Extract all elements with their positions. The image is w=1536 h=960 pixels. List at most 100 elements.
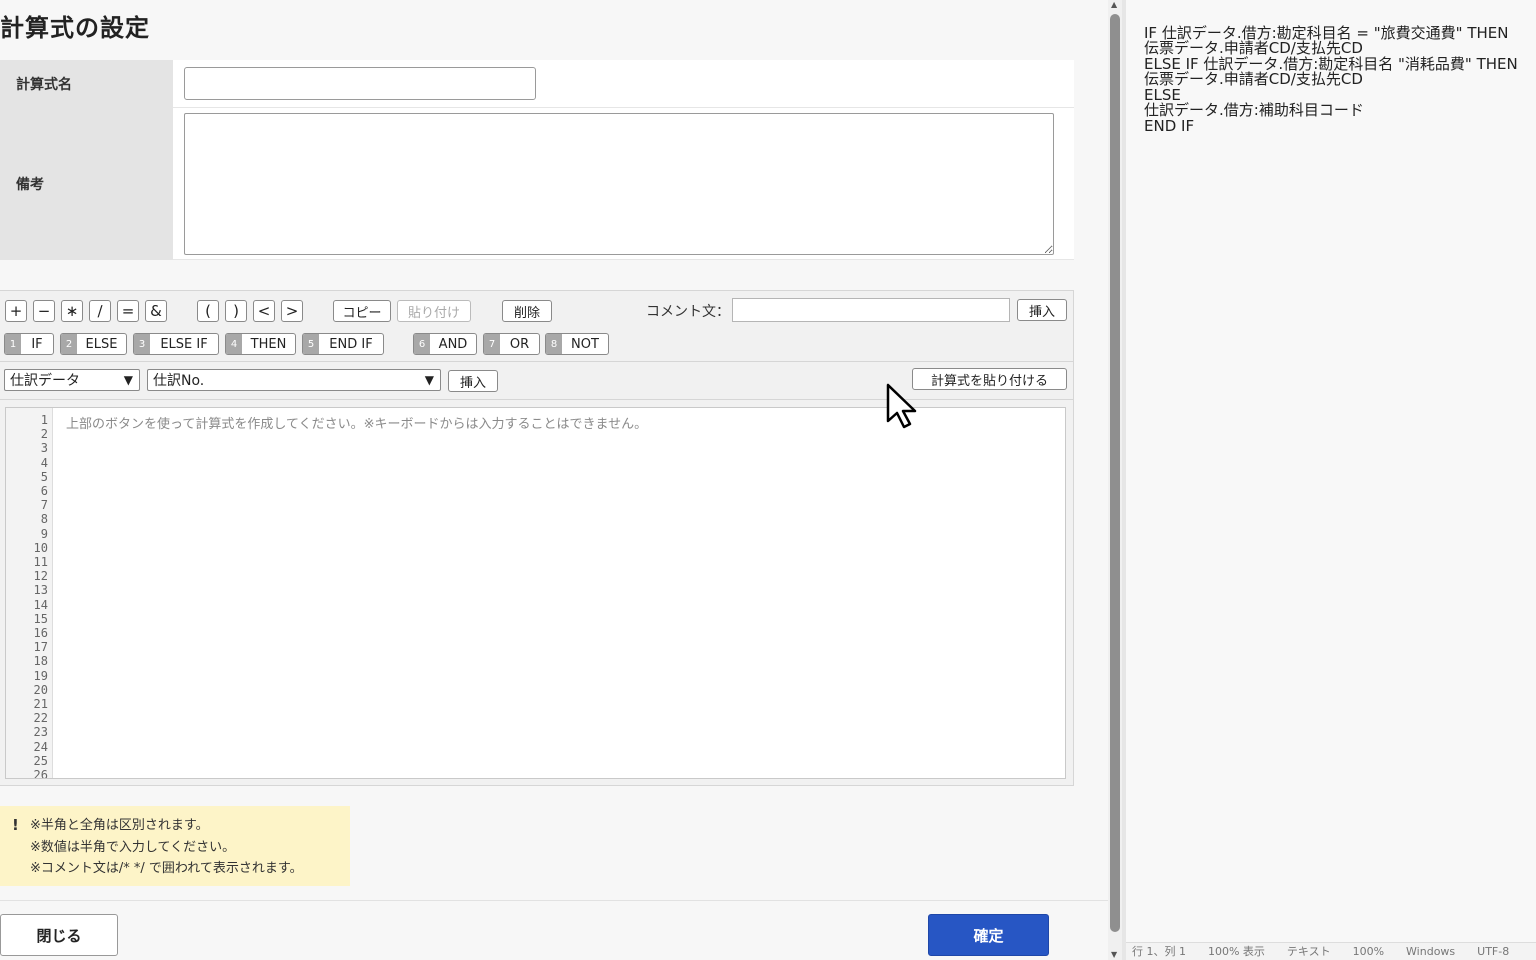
shortcut-number: 2 bbox=[61, 334, 77, 354]
keyword-not-button[interactable]: 8 NOT bbox=[545, 333, 609, 355]
note-line: ※数値は半角で入力してください。 bbox=[30, 840, 236, 855]
memo-field-cell bbox=[173, 108, 1074, 260]
ampersand-button[interactable]: & bbox=[145, 300, 167, 322]
chevron-down-icon: ▼ bbox=[424, 373, 434, 387]
scroll-down-icon[interactable]: ▼ bbox=[1111, 950, 1117, 959]
line-number: 26 bbox=[33, 768, 48, 779]
name-row: 計算式名 bbox=[0, 60, 1074, 108]
toolbar-divider bbox=[0, 361, 1073, 362]
line-number: 10 bbox=[33, 540, 48, 555]
code-placeholder: 上部のボタンを使って計算式を作成してください。※キーボードからは入力することはで… bbox=[66, 417, 648, 432]
code-line: END IF bbox=[1144, 117, 1195, 135]
confirm-button[interactable]: 確定 bbox=[928, 914, 1049, 956]
line-number: 9 bbox=[40, 526, 48, 541]
equals-button[interactable]: = bbox=[117, 300, 139, 322]
keyword-end-if-button[interactable]: 5 END IF bbox=[302, 333, 384, 355]
memo-row: 備考 bbox=[0, 108, 1074, 260]
formula-code-area[interactable]: 1 2 3 4 5 6 7 8 9 10 11 12 13 14 15 16 17 18 19 20 21 22 23 24 2… bbox=[5, 407, 1066, 779]
code-line: 伝票データ.申請者CD/支払先CD bbox=[1144, 70, 1363, 88]
shortcut-number: 4 bbox=[226, 334, 242, 354]
keyword-label: THEN bbox=[250, 336, 287, 352]
formula-editor-panel: + − ∗ ∕ = & ( ) < > コピー 貼り付け 削除 コメント文： 挿… bbox=[0, 290, 1074, 786]
vertical-scrollbar[interactable]: ▲ ▼ bbox=[1108, 0, 1122, 960]
comment-input[interactable] bbox=[732, 298, 1010, 322]
line-number: 1 bbox=[40, 413, 48, 427]
open-paren-button[interactable]: ( bbox=[197, 300, 219, 322]
shortcut-number: 8 bbox=[546, 334, 562, 354]
keyword-and-button[interactable]: 6 AND bbox=[413, 333, 477, 355]
code-line: 仕訳データ.借方:補助科目コード bbox=[1144, 101, 1364, 119]
status-bar: 行 1、列 1 100% 表示 テキスト 100% Windows UTF-8 bbox=[1126, 942, 1536, 960]
line-number: 24 bbox=[33, 739, 48, 754]
greater-than-button[interactable]: > bbox=[281, 300, 303, 322]
line-number: 20 bbox=[33, 682, 48, 697]
keyword-then-button[interactable]: 4 THEN bbox=[225, 333, 296, 355]
divide-button[interactable]: ∕ bbox=[89, 300, 111, 322]
chevron-down-icon: ▼ bbox=[123, 373, 133, 387]
paste-formula-button[interactable]: 計算式を貼り付ける bbox=[912, 368, 1067, 390]
name-field-cell bbox=[173, 60, 1074, 108]
shortcut-number: 3 bbox=[134, 334, 150, 354]
line-number: 23 bbox=[33, 725, 48, 740]
scroll-thumb[interactable] bbox=[1110, 14, 1120, 932]
line-number: 13 bbox=[33, 583, 48, 598]
formula-settings-dialog: 計算式の設定 計算式名 備考 + − ∗ ∕ = & ( ) < > コピー 貼… bbox=[0, 0, 1108, 960]
line-number: 2 bbox=[40, 427, 48, 442]
plus-button[interactable]: + bbox=[5, 300, 27, 322]
shortcut-number: 5 bbox=[303, 334, 319, 354]
shortcut-number: 1 bbox=[5, 334, 21, 354]
memo-label: 備考 bbox=[0, 108, 173, 260]
warning-icon: ! bbox=[12, 816, 19, 834]
paste-button[interactable]: 貼り付け bbox=[397, 300, 471, 322]
line-number: 17 bbox=[33, 640, 48, 655]
copy-button[interactable]: コピー bbox=[333, 300, 391, 322]
multiply-button[interactable]: ∗ bbox=[61, 300, 83, 322]
line-number: 12 bbox=[33, 569, 48, 584]
keyword-label: NOT bbox=[571, 336, 599, 352]
note-line: ※半角と全角は区別されます。 bbox=[30, 818, 209, 833]
mouse-pointer-icon bbox=[886, 383, 917, 429]
keyword-or-button[interactable]: 7 OR bbox=[483, 333, 540, 355]
less-than-button[interactable]: < bbox=[253, 300, 275, 322]
comment-insert-button[interactable]: 挿入 bbox=[1017, 299, 1067, 321]
line-number: 18 bbox=[33, 654, 48, 669]
delete-button[interactable]: 削除 bbox=[502, 300, 552, 322]
line-number: 7 bbox=[40, 498, 48, 513]
memo-textarea[interactable] bbox=[184, 113, 1054, 255]
field-insert-button[interactable]: 挿入 bbox=[448, 370, 498, 392]
line-number: 19 bbox=[33, 668, 48, 683]
shortcut-number: 6 bbox=[414, 334, 430, 354]
line-number: 8 bbox=[40, 512, 48, 527]
formula-text-panel: IF 仕訳データ.借方:勘定科目名 = "旅費交通費" THEN 伝票データ.申… bbox=[1126, 0, 1536, 960]
shortcut-number: 7 bbox=[484, 334, 500, 354]
formula-name-input[interactable] bbox=[184, 67, 536, 100]
keyword-label: AND bbox=[438, 336, 468, 352]
line-number: 3 bbox=[40, 441, 48, 456]
page-title: 計算式の設定 bbox=[0, 14, 150, 42]
field-select[interactable]: 仕訳No. ▼ bbox=[147, 369, 441, 391]
keyword-if-button[interactable]: 1 IF bbox=[4, 333, 54, 355]
scroll-up-icon[interactable]: ▲ bbox=[1111, 0, 1117, 9]
keyword-label: OR bbox=[509, 336, 530, 352]
line-number: 22 bbox=[33, 711, 48, 726]
close-paren-button[interactable]: ) bbox=[225, 300, 247, 322]
name-label: 計算式名 bbox=[0, 60, 173, 108]
data-source-select[interactable]: 仕訳データ ▼ bbox=[4, 369, 140, 391]
line-number: 25 bbox=[33, 753, 48, 768]
line-number: 16 bbox=[33, 626, 48, 640]
comment-label: コメント文： bbox=[646, 304, 730, 320]
keyword-label: END IF bbox=[329, 336, 373, 352]
close-button[interactable]: 閉じる bbox=[0, 914, 118, 956]
keyword-else-button[interactable]: 2 ELSE bbox=[60, 333, 127, 355]
line-number: 15 bbox=[33, 611, 48, 626]
keyword-label: ELSE bbox=[85, 336, 118, 352]
line-number-gutter: 1 2 3 4 5 6 7 8 9 10 11 12 13 14 15 16 17 18 19 20 21 22 23 24 2… bbox=[6, 408, 53, 778]
keyword-label: ELSE IF bbox=[160, 336, 208, 352]
line-number: 21 bbox=[33, 697, 48, 711]
line-number: 14 bbox=[33, 597, 48, 612]
line-number: 11 bbox=[33, 555, 48, 569]
keyword-else-if-button[interactable]: 3 ELSE IF bbox=[133, 333, 219, 355]
code-line: 伝票データ.申請者CD/支払先CD bbox=[1144, 39, 1363, 57]
note-line: ※コメント文は/* */ で囲われて表示されます。 bbox=[30, 861, 303, 876]
minus-button[interactable]: − bbox=[33, 300, 55, 322]
